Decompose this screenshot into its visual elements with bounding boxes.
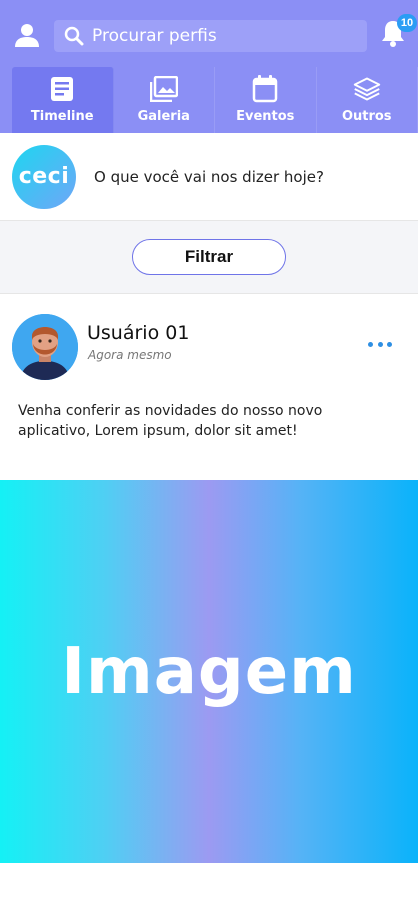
logo-text: ceci xyxy=(18,164,70,189)
tab-galeria[interactable]: Galeria xyxy=(113,67,215,133)
search-input[interactable] xyxy=(92,26,352,46)
tab-label: Timeline xyxy=(30,109,94,124)
tab-bar: Timeline Galeria Eventos Outros xyxy=(0,67,418,133)
profile-icon[interactable] xyxy=(12,20,42,50)
post-username[interactable]: Usuário 01 xyxy=(87,322,189,344)
post-text: Venha conferir as novidades do nosso nov… xyxy=(18,403,323,439)
tab-outros[interactable]: Outros xyxy=(316,67,418,133)
search-bar[interactable] xyxy=(54,20,367,52)
post-image-label: Imagem xyxy=(61,634,357,709)
more-options-icon[interactable] xyxy=(368,337,392,351)
article-icon xyxy=(48,75,76,103)
calendar-icon xyxy=(251,75,279,103)
tab-timeline[interactable]: Timeline xyxy=(12,67,114,133)
search-icon xyxy=(62,24,86,48)
tab-label: Eventos xyxy=(236,109,295,124)
post-header: Usuário 01 Agora mesmo xyxy=(0,295,418,395)
filter-bar: Filtrar xyxy=(0,221,418,294)
post-composer[interactable]: ceci O que você vai nos dizer hoje? xyxy=(0,133,418,221)
post-image[interactable]: Imagem xyxy=(0,480,418,863)
app-header: 10 Timeline Galeria xyxy=(0,0,418,133)
post-timestamp: Agora mesmo xyxy=(88,348,172,362)
avatar[interactable] xyxy=(12,314,78,380)
post-card: Usuário 01 Agora mesmo Venha conferir as… xyxy=(0,295,418,439)
ceci-logo: ceci xyxy=(12,144,76,209)
tab-label: Galeria xyxy=(137,109,190,124)
composer-prompt[interactable]: O que você vai nos dizer hoje? xyxy=(94,168,324,186)
filter-button[interactable]: Filtrar xyxy=(132,239,286,275)
notifications-button[interactable]: 10 xyxy=(379,14,417,52)
tab-eventos[interactable]: Eventos xyxy=(215,67,317,133)
tab-label: Outros xyxy=(341,109,392,124)
layers-icon xyxy=(353,75,381,103)
notification-badge: 10 xyxy=(397,14,417,32)
gallery-icon xyxy=(149,75,178,103)
